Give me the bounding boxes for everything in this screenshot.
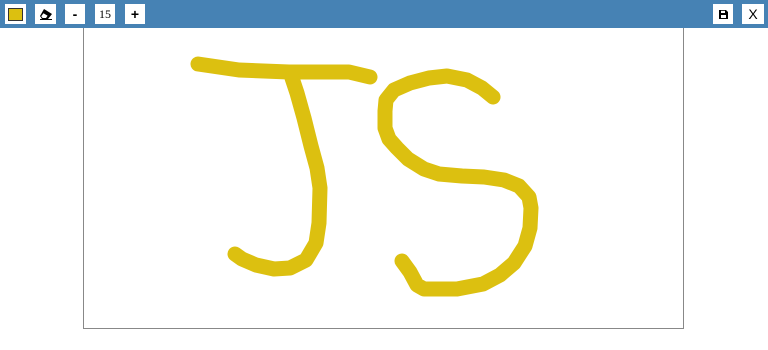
- toolbar: - 15 + X: [0, 0, 768, 28]
- eraser-button[interactable]: [35, 4, 56, 24]
- save-icon: [718, 9, 728, 19]
- color-swatch-icon: [8, 7, 23, 21]
- brush-size-display: 15: [95, 4, 115, 24]
- increase-size-button[interactable]: +: [125, 4, 145, 24]
- eraser-icon: [39, 9, 52, 20]
- close-button[interactable]: X: [742, 4, 764, 24]
- brush-stroke-j-stem: [227, 70, 328, 277]
- brush-stroke-j-top: [190, 56, 378, 85]
- decrease-size-button[interactable]: -: [65, 4, 85, 24]
- color-picker-button[interactable]: [5, 4, 26, 24]
- save-button[interactable]: [713, 4, 733, 24]
- brush-stroke-s: [377, 68, 539, 297]
- canvas-drawing: [190, 56, 539, 297]
- drawing-canvas[interactable]: [83, 28, 684, 329]
